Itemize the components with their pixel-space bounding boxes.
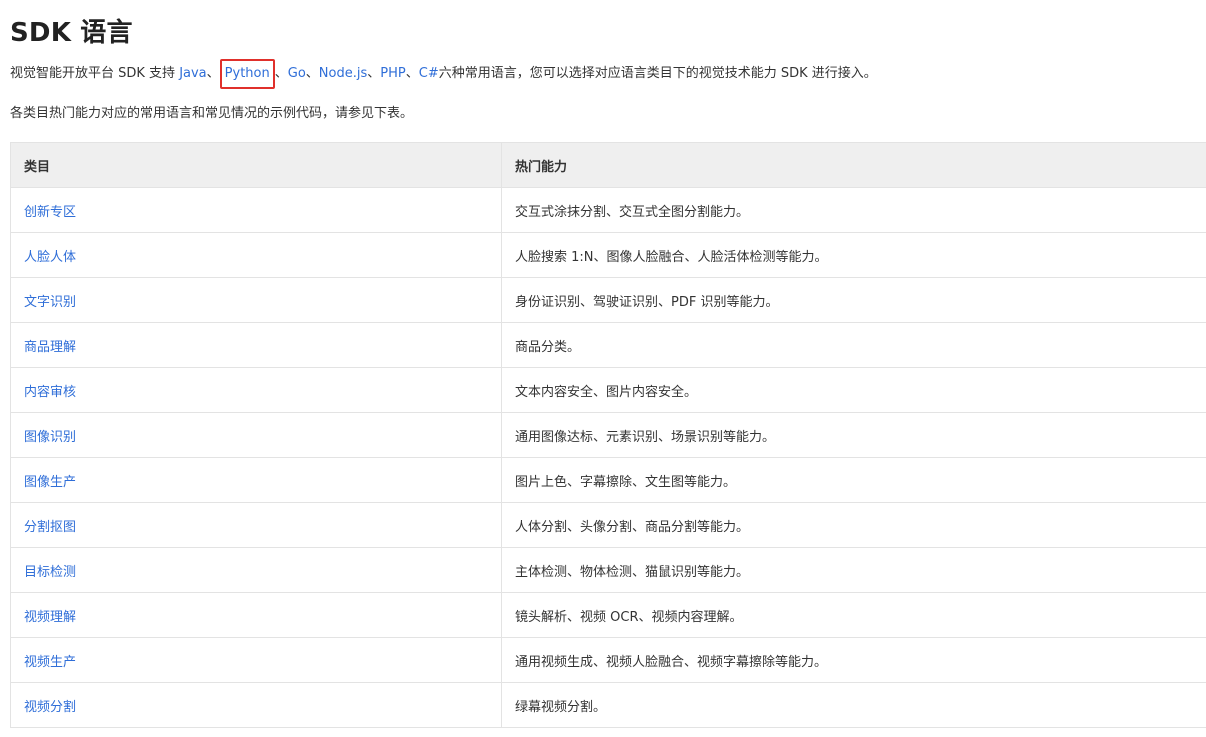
category-cell: 目标检测 xyxy=(10,547,502,593)
category-cell: 内容审核 xyxy=(10,367,502,413)
abilities-cell: 身份证识别、驾驶证识别、PDF 识别等能力。 xyxy=(501,277,1206,323)
language-link-python[interactable]: Python xyxy=(225,66,270,81)
table-row: 目标检测 主体检测、物体检测、猫鼠识别等能力。 xyxy=(10,547,1206,593)
table-row: 内容审核 文本内容安全、图片内容安全。 xyxy=(10,367,1206,413)
category-link[interactable]: 图像识别 xyxy=(24,430,76,445)
table-note: 各类目热门能力对应的常用语言和常见情况的示例代码，请参见下表。 xyxy=(10,106,414,121)
category-link[interactable]: 文字识别 xyxy=(24,295,76,310)
intro-paragraph: 视觉智能开放平台 SDK 支持 Java、 Python 、Go、Node.js、P… xyxy=(10,59,877,89)
table-row: 视频理解 镜头解析、视频 OCR、视频内容理解。 xyxy=(10,592,1206,638)
category-link[interactable]: 创新专区 xyxy=(24,205,76,220)
abilities-cell: 文本内容安全、图片内容安全。 xyxy=(501,367,1206,413)
intro-separator: 、 xyxy=(305,66,319,81)
abilities-cell: 人体分割、头像分割、商品分割等能力。 xyxy=(501,502,1206,548)
intro-separator: 、 xyxy=(405,66,419,81)
table-row: 创新专区 交互式涂抹分割、交互式全图分割能力。 xyxy=(10,187,1206,233)
category-cell: 视频分割 xyxy=(10,682,502,728)
category-cell: 视频理解 xyxy=(10,592,502,638)
category-link[interactable]: 分割抠图 xyxy=(24,520,76,535)
abilities-cell: 通用图像达标、元素识别、场景识别等能力。 xyxy=(501,412,1206,458)
category-cell: 人脸人体 xyxy=(10,232,502,278)
column-header-category: 类目 xyxy=(10,142,502,188)
table-row: 文字识别 身份证识别、驾驶证识别、PDF 识别等能力。 xyxy=(10,277,1206,323)
table-row: 分割抠图 人体分割、头像分割、商品分割等能力。 xyxy=(10,502,1206,548)
table-row: 视频生产 通用视频生成、视频人脸融合、视频字幕擦除等能力。 xyxy=(10,637,1206,683)
category-link[interactable]: 人脸人体 xyxy=(24,250,76,265)
category-cell: 视频生产 xyxy=(10,637,502,683)
language-link-csharp[interactable]: C# xyxy=(419,66,439,81)
category-link[interactable]: 视频理解 xyxy=(24,610,76,625)
category-cell: 分割抠图 xyxy=(10,502,502,548)
capability-table: 类目 热门能力 创新专区 交互式涂抹分割、交互式全图分割能力。 人脸人体 人脸搜… xyxy=(10,142,1206,728)
highlight-box: Python xyxy=(219,59,275,89)
table-row: 视频分割 绿幕视频分割。 xyxy=(10,682,1206,728)
category-cell: 商品理解 xyxy=(10,322,502,368)
category-link[interactable]: 商品理解 xyxy=(24,340,76,355)
intro-suffix: 六种常用语言，您可以选择对应语言类目下的视觉技术能力 SDK 进行接入。 xyxy=(438,66,877,81)
language-link-nodejs[interactable]: Node.js xyxy=(319,66,367,81)
intro-separator: 、 xyxy=(367,66,381,81)
table-header-row: 类目 热门能力 xyxy=(10,142,1206,188)
category-link[interactable]: 图像生产 xyxy=(24,475,76,490)
intro-separator: 、 xyxy=(206,66,220,81)
category-link[interactable]: 内容审核 xyxy=(24,385,76,400)
table-row: 图像生产 图片上色、字幕擦除、文生图等能力。 xyxy=(10,457,1206,503)
table-row: 图像识别 通用图像达标、元素识别、场景识别等能力。 xyxy=(10,412,1206,458)
column-header-abilities: 热门能力 xyxy=(501,142,1206,188)
abilities-cell: 通用视频生成、视频人脸融合、视频字幕擦除等能力。 xyxy=(501,637,1206,683)
table-row: 人脸人体 人脸搜索 1:N、图像人脸融合、人脸活体检测等能力。 xyxy=(10,232,1206,278)
abilities-cell: 商品分类。 xyxy=(501,322,1206,368)
category-link[interactable]: 视频生产 xyxy=(24,655,76,670)
table-row: 商品理解 商品分类。 xyxy=(10,322,1206,368)
language-link-php[interactable]: PHP xyxy=(380,66,405,81)
language-link-java[interactable]: Java xyxy=(179,66,206,81)
intro-prefix: 视觉智能开放平台 SDK 支持 xyxy=(10,66,180,81)
page-title: SDK 语言 xyxy=(10,18,133,48)
abilities-cell: 交互式涂抹分割、交互式全图分割能力。 xyxy=(501,187,1206,233)
category-link[interactable]: 视频分割 xyxy=(24,700,76,715)
abilities-cell: 图片上色、字幕擦除、文生图等能力。 xyxy=(501,457,1206,503)
abilities-cell: 绿幕视频分割。 xyxy=(501,682,1206,728)
abilities-cell: 镜头解析、视频 OCR、视频内容理解。 xyxy=(501,592,1206,638)
category-cell: 文字识别 xyxy=(10,277,502,323)
language-link-go[interactable]: Go xyxy=(288,66,306,81)
category-cell: 创新专区 xyxy=(10,187,502,233)
category-cell: 图像生产 xyxy=(10,457,502,503)
intro-separator: 、 xyxy=(274,66,288,81)
category-link[interactable]: 目标检测 xyxy=(24,565,76,580)
category-cell: 图像识别 xyxy=(10,412,502,458)
abilities-cell: 主体检测、物体检测、猫鼠识别等能力。 xyxy=(501,547,1206,593)
abilities-cell: 人脸搜索 1:N、图像人脸融合、人脸活体检测等能力。 xyxy=(501,232,1206,278)
